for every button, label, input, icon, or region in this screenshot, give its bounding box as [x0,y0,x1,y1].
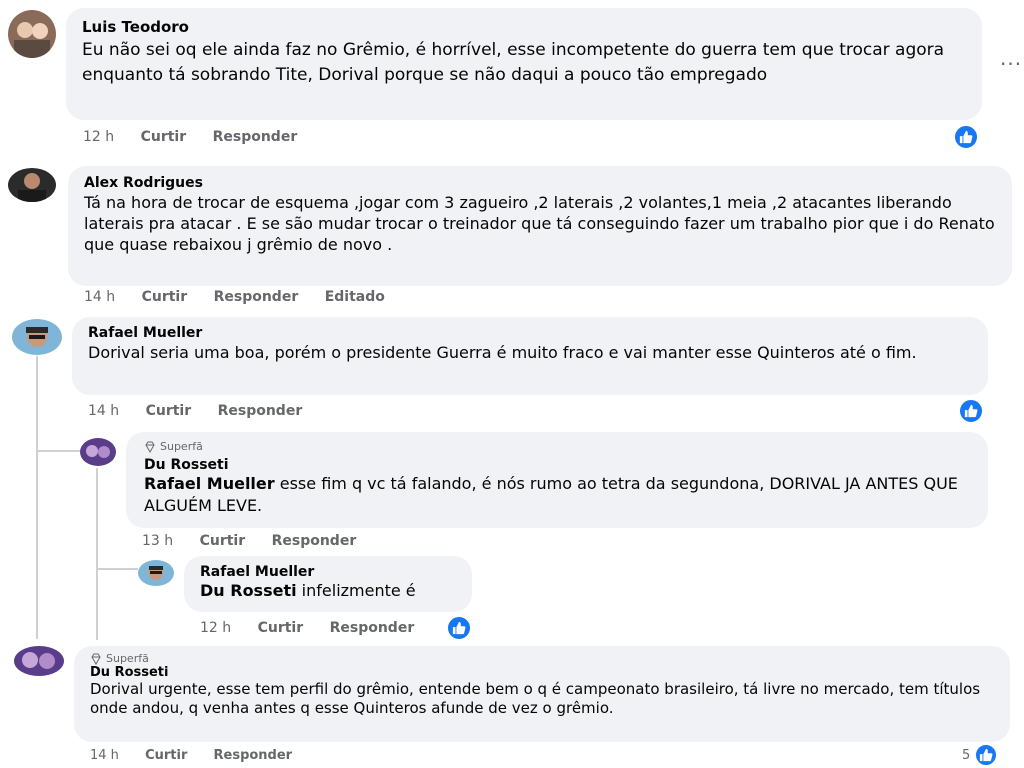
like-reaction-icon[interactable] [974,743,998,767]
comment-author[interactable]: Luis Teodoro [82,18,966,36]
like-link[interactable]: Curtir [200,533,246,549]
like-reaction-icon[interactable] [446,615,472,641]
comment-time[interactable]: 12 h [200,620,231,636]
reply-link[interactable]: Responder [272,533,357,549]
comment-meta: 14 h Curtir Responder [90,748,314,763]
avatar[interactable] [14,646,64,676]
thread-connector [36,450,80,452]
thread-line [36,356,38,639]
comment-time[interactable]: 14 h [84,289,115,305]
avatar[interactable] [8,168,56,202]
comment-time[interactable]: 12 h [83,129,114,145]
avatar[interactable] [12,319,62,355]
badge-label: Superfã [160,440,203,453]
like-link[interactable]: Curtir [258,620,304,636]
reply-link[interactable]: Responder [213,129,298,145]
like-reaction-icon[interactable] [958,398,984,424]
comment-author[interactable]: Du Rosseti [144,457,970,473]
comment-bubble: Luis Teodoro Eu não sei oq ele ainda faz… [66,8,982,120]
like-link[interactable]: Curtir [141,129,187,145]
edited-label[interactable]: Editado [325,289,385,305]
comment-text: Rafael Mueller esse fim q vc tá falando,… [144,473,970,517]
superfan-badge[interactable]: Superfã [144,440,970,453]
more-options-icon[interactable]: ... [1000,46,1022,70]
comment-author[interactable]: Rafael Mueller [88,325,972,341]
mention-link[interactable]: Du Rosseti [200,581,297,600]
comment-time[interactable]: 14 h [90,748,119,763]
like-reaction-icon[interactable] [953,124,979,150]
reply-link[interactable]: Responder [330,620,415,636]
mention-link[interactable]: Rafael Mueller [144,474,275,493]
thread-line [96,468,98,640]
badge-label: Superfã [106,652,149,665]
comment-author[interactable]: Rafael Mueller [200,564,456,580]
comment-meta: 14 h Curtir Responder [88,403,324,419]
comment-meta: 12 h Curtir Responder [83,129,319,145]
comment-text: Du Rosseti infelizmente é [200,580,456,602]
reaction-count[interactable]: 5 [962,748,970,763]
reply-link[interactable]: Responder [214,289,299,305]
thread-connector [96,568,138,570]
comment-bubble: Rafael Mueller Dorival seria uma boa, po… [72,317,988,395]
reply-bubble: Rafael Mueller Du Rosseti infelizmente é [184,556,472,612]
comment-meta: 13 h Curtir Responder [142,533,378,549]
comment-text: Tá na hora de trocar de esquema ,jogar c… [84,193,995,254]
comment-text: Eu não sei oq ele ainda faz no Grêmio, é… [82,40,945,85]
comment-time[interactable]: 14 h [88,403,119,419]
comment-meta: 14 h Curtir Responder Editado [84,289,407,305]
comment-text: Dorival urgente, esse tem perfil do grêm… [90,680,981,717]
comment-author[interactable]: Du Rosseti [90,665,994,680]
comment-author[interactable]: Alex Rodrigues [84,175,996,191]
avatar[interactable] [138,560,174,586]
comment-time[interactable]: 13 h [142,533,173,549]
like-link[interactable]: Curtir [146,403,192,419]
avatar[interactable] [8,10,56,58]
comment-bubble: Superfã Du Rosseti Dorival urgente, esse… [74,646,1010,742]
superfan-badge[interactable]: Superfã [90,652,994,665]
comment-text-body: infelizmente é [296,581,416,600]
reply-bubble: Superfã Du Rosseti Rafael Mueller esse f… [126,432,988,528]
like-link[interactable]: Curtir [145,748,187,763]
reply-link[interactable]: Responder [214,748,293,763]
comment-bubble: Alex Rodrigues Tá na hora de trocar de e… [68,166,1012,286]
reply-link[interactable]: Responder [218,403,303,419]
comment-text: Dorival seria uma boa, porém o president… [88,343,917,362]
diamond-icon [91,653,101,665]
diamond-icon [145,441,155,453]
like-link[interactable]: Curtir [142,289,188,305]
avatar[interactable] [80,438,116,466]
comment-meta: 12 h Curtir Responder [200,620,436,636]
